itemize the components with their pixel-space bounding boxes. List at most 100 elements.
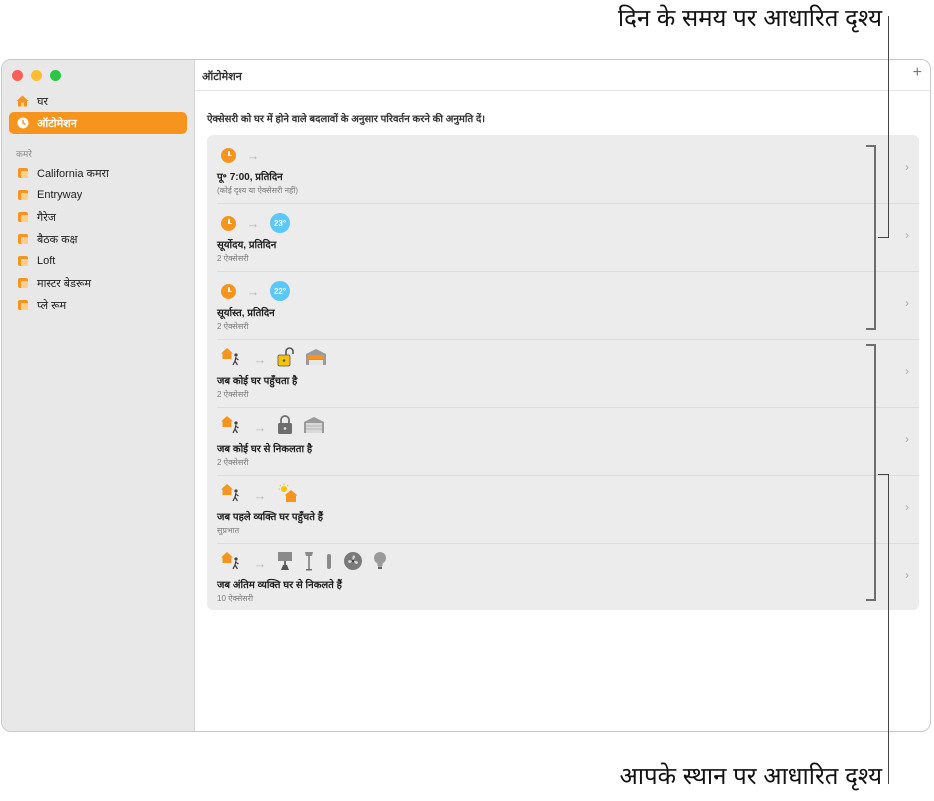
home-app-window: घर ऑटोमेशन कमरे California कमरा Entryway… <box>1 59 931 732</box>
sidebar-item-room[interactable]: California कमरा <box>9 162 187 184</box>
sidebar-item-label: घर <box>37 95 48 108</box>
page-description: ऐक्सेसरी को घर में होने वाले बदलावों के … <box>207 114 486 125</box>
sidebar-item-automation[interactable]: ऑटोमेशन <box>9 112 187 134</box>
sidebar-item-home[interactable]: घर <box>9 90 187 112</box>
room-icon <box>17 278 28 288</box>
callout-time-based: दिन के समय पर आधारित दृश्य <box>617 5 882 32</box>
time-based-bracket <box>866 145 876 330</box>
automation-title: सूर्यास्त, प्रतिदिन <box>217 308 275 319</box>
automation-title: सूर्योदय, प्रतिदिन <box>217 240 277 251</box>
sidebar-item-label: ऑटोमेशन <box>37 117 77 130</box>
room-icon <box>17 168 28 178</box>
automation-title: जब कोई घर पहुँचता है <box>217 376 298 387</box>
minimize-window-button[interactable] <box>31 70 42 81</box>
sidebar-item-room[interactable]: Loft <box>9 250 187 272</box>
automation-subtitle: 2 ऐक्सेसरी <box>217 322 249 331</box>
page-title: ऑटोमेशन <box>202 71 242 83</box>
chevron-right-icon: › <box>905 296 909 310</box>
clock-icon <box>221 147 236 163</box>
automation-subtitle: 2 ऐक्सेसरी <box>217 390 249 399</box>
sidebar-item-label: California कमरा <box>37 167 109 180</box>
sidebar-item-room[interactable]: गैरेज <box>9 206 187 228</box>
light-bulb-icon <box>373 551 387 576</box>
automation-row[interactable]: → पू॰ 7:00, प्रतिदिन (कोई दृश्य या ऐक्से… <box>207 135 919 203</box>
floor-lamp-icon <box>303 551 315 576</box>
arrow-right-icon: → <box>253 419 267 435</box>
automation-title: जब अंतिम व्यक्ति घर से निकलते हैं <box>217 580 342 591</box>
room-icon <box>17 190 28 200</box>
chevron-right-icon: › <box>905 228 909 242</box>
clock-icon <box>221 215 236 231</box>
person-arrives-home-icon <box>221 347 243 372</box>
close-window-button[interactable] <box>12 70 23 81</box>
arrow-right-icon: → <box>246 147 260 163</box>
callout-leader-line <box>888 16 889 238</box>
automation-title: जब कोई घर से निकलता है <box>217 444 313 455</box>
automation-list: → पू॰ 7:00, प्रतिदिन (कोई दृश्य या ऐक्से… <box>207 135 919 610</box>
rooms-section-header: कमरे <box>16 149 32 159</box>
unlocked-lock-icon <box>277 346 295 372</box>
toolbar-divider <box>195 90 930 91</box>
callout-location-based: आपके स्थान पर आधारित दृश्य <box>619 763 882 790</box>
sidebar-item-room[interactable]: प्ले रूम <box>9 294 187 316</box>
sidebar-item-label: Entryway <box>37 189 83 201</box>
automation-row[interactable]: → जब कोई घर से निकलता है 2 ऐक्सेसरी › <box>207 407 919 475</box>
sidebar-item-label: गैरेज <box>37 211 56 224</box>
house-icon <box>16 95 29 108</box>
automation-row[interactable]: → जब कोई घर पहुँचता है 2 ऐक्सेसरी › <box>207 339 919 407</box>
arrow-right-icon: → <box>253 487 267 503</box>
chevron-right-icon: › <box>905 432 909 446</box>
garage-open-icon <box>305 348 327 371</box>
automation-subtitle: 2 ऐक्सेसरी <box>217 254 249 263</box>
person-leaves-home-icon <box>221 415 243 440</box>
clock-icon <box>221 283 236 299</box>
arrow-right-icon: → <box>246 283 260 299</box>
good-morning-scene-icon <box>277 483 299 508</box>
locked-lock-icon <box>277 414 293 440</box>
zoom-window-button[interactable] <box>50 70 61 81</box>
automation-title: पू॰ 7:00, प्रतिदिन <box>217 172 283 183</box>
automation-subtitle: सुप्रभात <box>217 526 240 535</box>
person-leaves-home-icon <box>221 551 243 576</box>
fan-icon <box>343 551 363 576</box>
automation-row[interactable]: → जब पहले व्यक्ति घर पहुँचते हैं सुप्रभा… <box>207 475 919 543</box>
callout-leader-line <box>878 474 889 475</box>
automation-row[interactable]: → 22° सूर्यास्त, प्रतिदिन 2 ऐक्सेसरी › <box>207 271 919 339</box>
automation-row[interactable]: → जब अंतिम व्यक्ति घर से निकलते हैं 10 ऐ… <box>207 543 919 611</box>
sidebar-item-room[interactable]: बैठक कक्ष <box>9 228 187 250</box>
automation-subtitle: 2 ऐक्सेसरी <box>217 458 249 467</box>
sidebar-item-label: प्ले रूम <box>37 299 67 312</box>
person-arrives-home-icon <box>221 483 243 508</box>
room-icon <box>17 234 28 244</box>
sidebar-item-label: Loft <box>37 255 56 267</box>
automation-subtitle: (कोई दृश्य या ऐक्सेसरी नहीं) <box>217 186 299 195</box>
room-icon <box>17 300 28 310</box>
arrow-right-icon: → <box>253 555 267 571</box>
callout-leader-line <box>888 474 889 784</box>
main-content: ऑटोमेशन + ऐक्सेसरी को घर में होने वाले ब… <box>195 60 930 731</box>
callout-leader-line <box>878 237 889 238</box>
sidebar: घर ऑटोमेशन कमरे California कमरा Entryway… <box>2 60 195 731</box>
chevron-right-icon: › <box>905 568 909 582</box>
sidebar-item-label: बैठक कक्ष <box>37 233 78 246</box>
location-based-bracket <box>866 344 876 601</box>
thermostat-icon: 22° <box>270 281 290 301</box>
chevron-right-icon: › <box>905 160 909 174</box>
room-icon <box>17 256 28 266</box>
sidebar-item-room[interactable]: Entryway <box>9 184 187 206</box>
automation-subtitle: 10 ऐक्सेसरी <box>217 594 254 603</box>
chevron-right-icon: › <box>905 364 909 378</box>
arrow-right-icon: → <box>253 351 267 367</box>
thermostat-icon: 23° <box>270 213 290 233</box>
add-automation-button[interactable]: + <box>913 64 922 82</box>
arrow-right-icon: → <box>246 215 260 231</box>
light-strip-icon <box>325 551 333 576</box>
sidebar-item-label: मास्टर बेडरूम <box>37 277 92 290</box>
automation-clock-icon <box>16 117 29 130</box>
automation-title: जब पहले व्यक्ति घर पहुँचते हैं <box>217 512 324 523</box>
sidebar-item-room[interactable]: मास्टर बेडरूम <box>9 272 187 294</box>
garage-closed-icon <box>303 416 325 439</box>
table-lamp-icon <box>277 551 293 576</box>
room-icon <box>17 212 28 222</box>
automation-row[interactable]: → 23° सूर्योदय, प्रतिदिन 2 ऐक्सेसरी › <box>207 203 919 271</box>
